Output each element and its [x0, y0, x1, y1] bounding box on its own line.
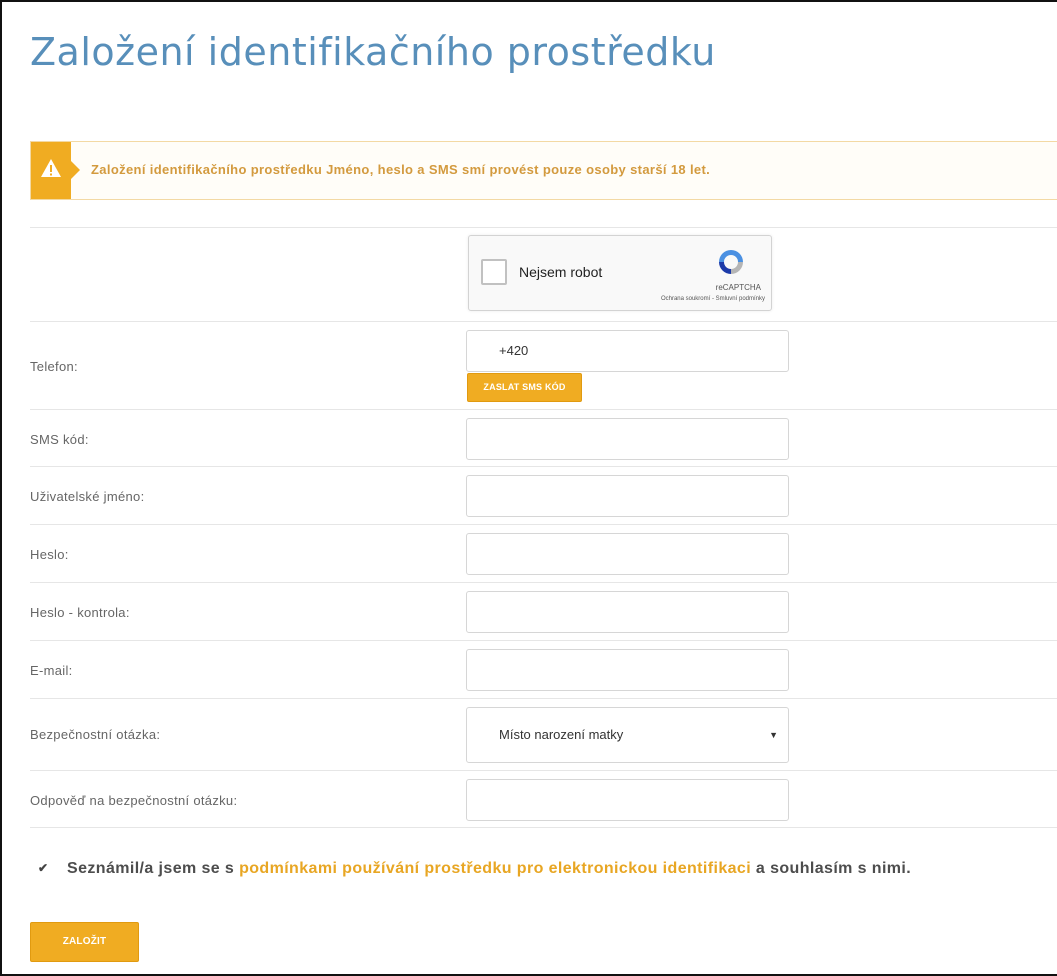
email-label: E-mail: [30, 663, 73, 678]
security-answer-row: Odpověď na bezpečnostní otázku: [30, 770, 1057, 828]
security-question-value: Místo narození matky [499, 727, 624, 742]
password-check-label: Heslo - kontrola: [30, 605, 130, 620]
consent-text-before: Seznámil/a jsem se s [67, 860, 235, 877]
recaptcha-logo-icon [719, 250, 743, 274]
security-question-row: Bezpečnostní otázka: Místo narození matk… [30, 698, 1057, 770]
sms-code-label: SMS kód: [30, 432, 89, 447]
captcha-row: Nejsem robot reCAPTCHA Ochrana soukromí … [30, 227, 1057, 321]
password-row: Heslo: [30, 524, 1057, 582]
consent-line: ✔ Seznámil/a jsem se s podmínkami používá… [38, 860, 911, 878]
password-label: Heslo: [30, 547, 69, 562]
phone-input[interactable]: +420 [466, 330, 789, 372]
recaptcha-links[interactable]: Ochrana soukromí - Smluvní podmínky [661, 296, 765, 302]
phone-row: Telefon: +420 ZASLAT SMS KÓD [30, 321, 1057, 409]
recaptcha-widget: Nejsem robot reCAPTCHA Ochrana soukromí … [468, 235, 772, 311]
email-input[interactable] [466, 649, 789, 691]
username-input[interactable] [466, 475, 789, 517]
security-question-label: Bezpečnostní otázka: [30, 727, 161, 742]
sms-code-row: SMS kód: [30, 409, 1057, 466]
password-check-row: Heslo - kontrola: [30, 582, 1057, 640]
security-answer-label: Odpověď na bezpečnostní otázku: [30, 793, 238, 808]
send-sms-code-button[interactable]: ZASLAT SMS KÓD [467, 373, 582, 402]
submit-button[interactable]: ZALOŽIT [30, 922, 139, 962]
password-check-input[interactable] [466, 591, 789, 633]
email-row: E-mail: [30, 640, 1057, 698]
terms-link[interactable]: podmínkami používání prostředku pro elek… [239, 860, 751, 877]
age-warning-alert: Založení identifikačního prostředku Jmén… [30, 141, 1057, 200]
username-label: Uživatelské jméno: [30, 489, 145, 504]
consent-text-after: a souhlasím s nimi. [755, 860, 912, 877]
consent-checkbox[interactable]: ✔ [38, 861, 50, 875]
recaptcha-checkbox[interactable] [481, 259, 507, 285]
alert-icon-container [31, 142, 80, 199]
chevron-down-icon: ▼ [769, 730, 778, 740]
warning-icon [41, 159, 61, 177]
security-question-select[interactable]: Místo narození matky ▼ [466, 707, 789, 763]
phone-label: Telefon: [30, 359, 78, 374]
password-input[interactable] [466, 533, 789, 575]
alert-message: Založení identifikačního prostředku Jmén… [91, 162, 711, 177]
page-title: Založení identifikačního prostředku [30, 30, 716, 74]
sms-code-input[interactable] [466, 418, 789, 460]
security-answer-input[interactable] [466, 779, 789, 821]
recaptcha-brand: reCAPTCHA [715, 283, 761, 292]
username-row: Uživatelské jméno: [30, 466, 1057, 524]
recaptcha-label: Nejsem robot [519, 264, 603, 280]
